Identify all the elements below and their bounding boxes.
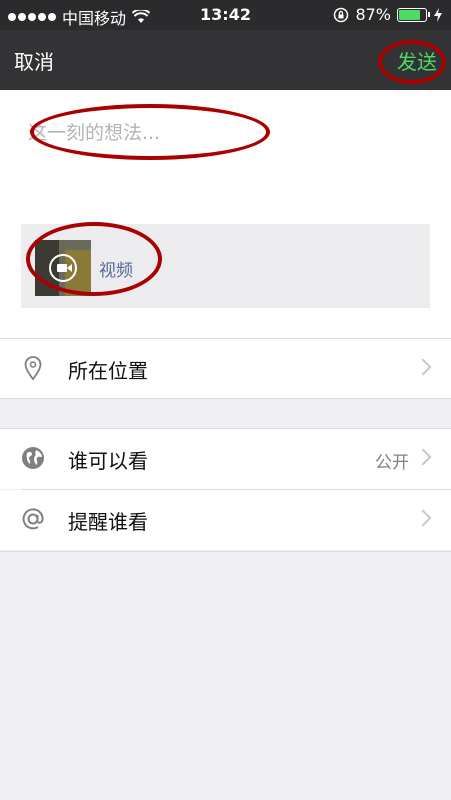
globe-icon — [22, 447, 44, 469]
chevron-right-icon — [414, 509, 432, 527]
location-cell[interactable]: 所在位置 — [0, 339, 451, 399]
send-button[interactable]: 发送 — [397, 46, 437, 75]
location-label: 所在位置 — [68, 359, 148, 383]
nav-bar: 取消 发送 — [0, 30, 451, 90]
divider — [0, 398, 451, 399]
visibility-cell[interactable]: 谁可以看 公开 — [0, 429, 451, 489]
cancel-button[interactable]: 取消 — [14, 46, 54, 75]
visibility-label: 谁可以看 — [68, 449, 148, 473]
chevron-right-icon — [414, 358, 432, 376]
video-label: 视频 — [99, 261, 133, 281]
charging-bolt-icon — [434, 7, 442, 22]
divider — [0, 551, 451, 552]
status-right: 87% — [333, 5, 443, 24]
chevron-right-icon — [414, 448, 432, 466]
remind-label: 提醒谁看 — [68, 510, 148, 534]
status-bar: 中国移动 13:42 87% — [0, 0, 451, 30]
post-text-input[interactable]: 这一刻的想法... — [28, 118, 160, 145]
battery-percent: 87% — [355, 5, 391, 24]
location-pin-icon — [24, 356, 42, 381]
visibility-value: 公开 — [375, 453, 409, 473]
battery-icon — [397, 7, 430, 22]
compose-area: 这一刻的想法... 视频 — [0, 90, 451, 338]
rotation-lock-icon — [334, 7, 349, 22]
at-sign-icon — [22, 508, 44, 530]
video-attachment[interactable]: 视频 — [21, 224, 430, 308]
remind-cell[interactable]: 提醒谁看 — [0, 490, 451, 550]
video-thumbnail[interactable] — [35, 240, 91, 296]
video-camera-icon — [49, 254, 77, 282]
